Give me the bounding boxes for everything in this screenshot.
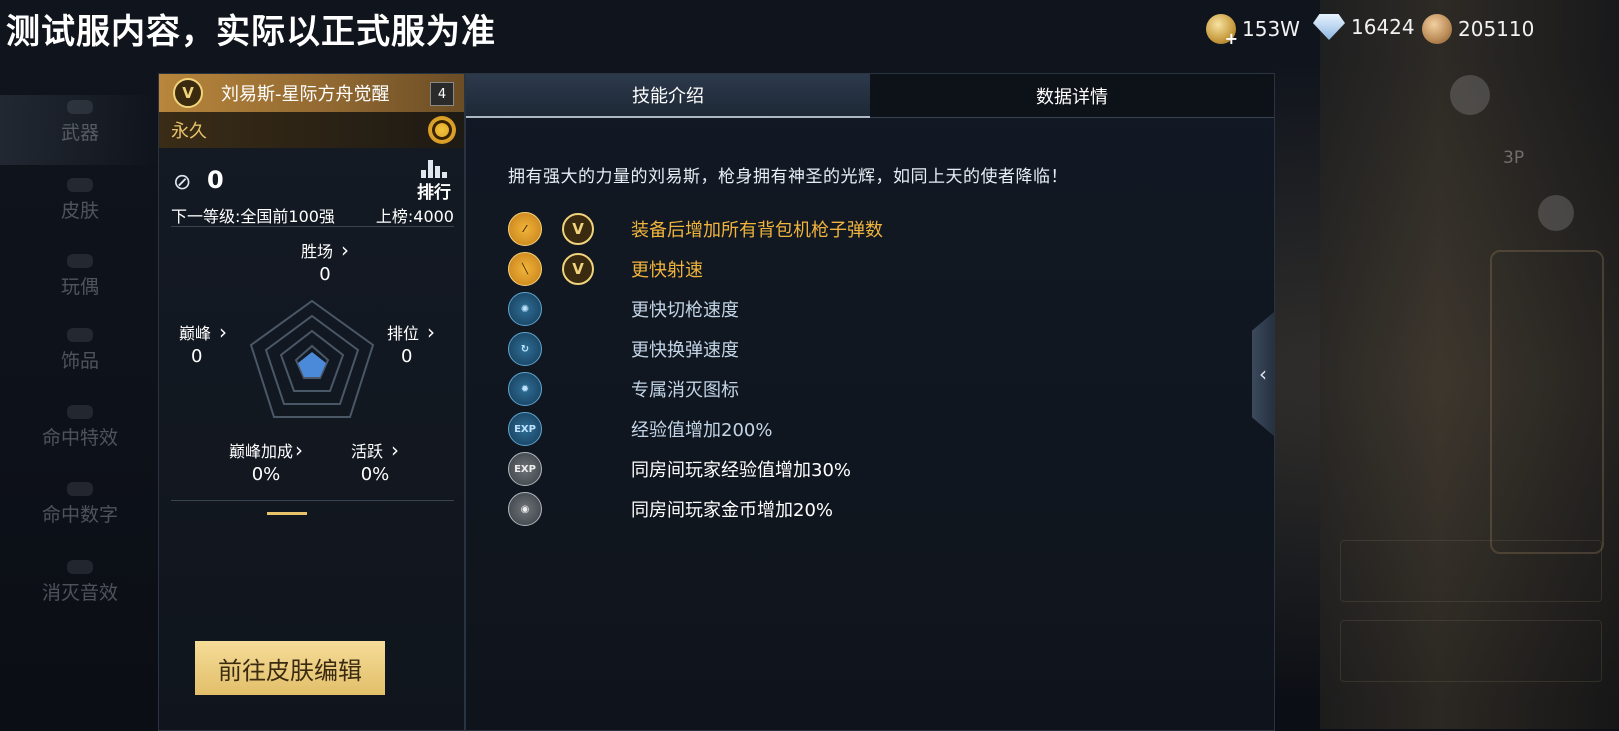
nav-item-dolls[interactable]: 玩偶 [0,254,160,299]
skill-item: ✹ 专属消灭图标 [508,371,739,407]
chevron-right-icon: › [219,320,228,344]
tab-data-details[interactable]: 数据详情 [870,74,1274,118]
skill-text: 经验值增加200% [631,420,773,441]
chevron-right-icon: › [341,238,349,262]
kill-sound-icon [67,560,93,574]
skill-text: 更快换弹速度 [631,340,739,361]
stats-radar: 胜场 › 0 巅峰 › 0 排位 › 0 巅峰加成 › 0% 活跃 › 0% [159,238,467,504]
diamond-icon [1313,14,1345,40]
duration-bar: 永久 [159,112,464,148]
collapse-panel-button[interactable]: ‹ [1252,312,1274,436]
kill-count-icon: ⊘ [173,170,192,195]
nav-item-kill-sounds[interactable]: 消灭音效 [0,560,160,605]
shooting-target [1490,250,1604,554]
bullet-badge-icon [428,116,456,144]
skill-text: 更快切枪速度 [631,300,739,321]
gold-amount: 153W [1242,17,1300,41]
leaderboard-label: 排行 [417,183,451,203]
detail-panel: 技能介绍 数据详情 拥有强大的力量的刘易斯，枪身拥有神圣的光辉，如同上天的使者降… [465,73,1275,731]
page-indicator [267,512,307,515]
hit-effect-icon [67,405,93,419]
switch-gun-icon: ✺ [508,292,542,326]
tab-bar: 技能介绍 数据详情 [466,74,1274,118]
skill-item: ✺ 更快切枪速度 [508,291,739,327]
chevron-right-icon: › [295,438,303,462]
diamond-amount: 16424 [1351,15,1415,39]
bullet-icon: ╲ [508,252,542,286]
preview-background: 3P [1320,0,1619,729]
skill-text: 同房间玩家经验值增加30% [631,460,852,481]
skill-item: ╲ V 更快射速 [508,251,703,287]
bronze-currency[interactable]: 205110 [1422,14,1534,44]
skill-item: ⁄ V 装备后增加所有背包机枪子弹数 [508,211,883,247]
card-header: V 刘易斯-星际方舟觉醒 4 [159,74,464,112]
nav-item-skins[interactable]: 皮肤 [0,178,160,223]
vip-badge-icon: V [562,253,594,285]
hit-number-icon [67,482,93,496]
divider [171,226,454,227]
ammo-icon: ⁄ [508,212,542,246]
edit-skin-button[interactable]: 前往皮肤编辑 [195,641,385,695]
vip-badge-icon: V [562,213,594,245]
view-mode-label: 3P [1503,148,1525,168]
shelf [1340,540,1602,602]
leaderboard-button[interactable]: 排行 [414,160,454,203]
nav-item-weapons[interactable]: 武器 [0,100,160,145]
nav-item-hit-effects[interactable]: 命中特效 [0,405,160,450]
skill-text: 专属消灭图标 [631,380,739,401]
diamond-currency[interactable]: 16424 [1313,14,1415,40]
nav-item-ornaments[interactable]: 饰品 [0,328,160,373]
doll-icon [67,254,93,268]
chevron-right-icon: › [391,438,399,462]
next-level-requirement: 下一等级:全国前100强 [171,207,335,226]
vip-badge-icon: V [173,78,203,108]
divider [171,500,454,501]
skill-item: ◉ 同房间玩家金币增加20% [508,491,833,527]
preview-button-icon[interactable] [1538,195,1574,231]
skill-item: ↻ 更快换弹速度 [508,331,739,367]
room-coin-icon: ◉ [508,492,542,526]
test-server-notice: 测试服内容，实际以正式服为准 [6,12,496,52]
chevron-left-icon: ‹ [1259,362,1267,386]
stat-active[interactable]: 活跃 › 0% [335,438,415,485]
stat-peak-bonus[interactable]: 巅峰加成 › 0% [221,438,311,485]
ornament-icon [67,328,93,342]
gold-coin-icon [1206,14,1238,48]
stat-wins[interactable]: 胜场 › 0 [285,238,365,285]
view-toggle-icon[interactable] [1450,75,1490,115]
leaderboard-icon [414,160,454,178]
duration-label: 永久 [171,121,207,142]
nav-item-hit-numbers[interactable]: 命中数字 [0,482,160,527]
stat-rank[interactable]: 排位 › 0 [387,320,467,367]
shelf [1340,620,1602,682]
weapon-card: V 刘易斯-星际方舟觉醒 4 永久 ⊘ 0 排行 下一等级:全国前100强 上榜… [158,73,465,731]
weapon-level: 4 [430,82,454,106]
skill-text: 同房间玩家金币增加20% [631,500,834,521]
weapon-icon [67,100,93,114]
skill-item: EXP 同房间玩家经验值增加30% [508,451,851,487]
room-exp-icon: EXP [508,452,542,486]
weapon-description: 拥有强大的力量的刘易斯，枪身拥有神圣的光辉，如同上天的使者降临！ [508,167,1068,187]
skill-item: EXP 经验值增加200% [508,411,772,447]
reload-icon: ↻ [508,332,542,366]
chevron-right-icon: › [427,320,436,344]
bronze-amount: 205110 [1458,17,1535,41]
weapon-title: 刘易斯-星际方舟觉醒 [221,84,390,105]
skill-text: 装备后增加所有背包机枪子弹数 [631,220,883,241]
skill-text: 更快射速 [631,260,703,281]
leaderboard-threshold: 上榜:4000 [375,207,454,226]
kill-count: 0 [207,166,224,194]
kill-mark-icon: ✹ [508,372,542,406]
gold-currency[interactable]: 153W [1206,14,1300,48]
stat-peak[interactable]: 巅峰 › 0 [179,320,259,367]
bronze-coin-icon [1422,14,1452,44]
exp-icon: EXP [508,412,542,446]
skin-icon [67,178,93,192]
tab-skill-intro[interactable]: 技能介绍 [466,74,870,118]
